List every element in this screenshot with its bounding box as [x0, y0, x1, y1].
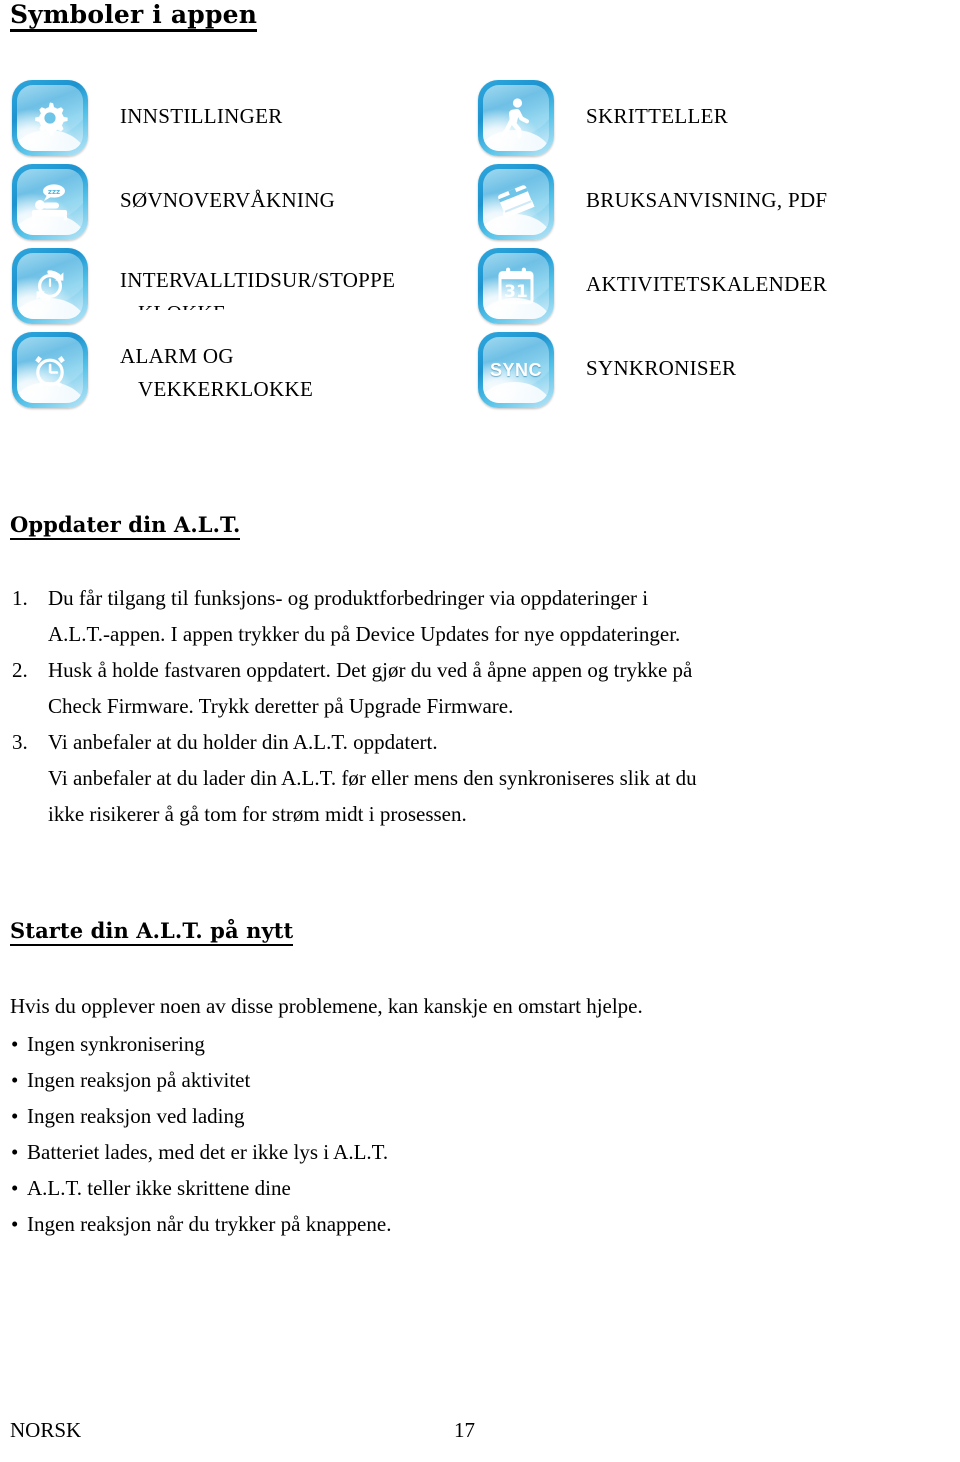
update-step-1: 1. Du får tilgang til funksjons- og prod…	[10, 580, 948, 652]
update-step-3: 3. Vi anbefaler at du holder din A.L.T. …	[10, 724, 948, 832]
update-step-1-line1: Du får tilgang til funksjons- og produkt…	[48, 586, 649, 610]
update-step-2-line2: Check Firmware. Trykk deretter på Upgrad…	[48, 694, 514, 718]
symbol-row-sleep: zzz SØVNOVERVÅKNING	[12, 162, 462, 246]
symbol-row-sync: SYNC SYNKRONISER	[478, 330, 948, 414]
bullet-marker-icon: •	[11, 1140, 19, 1164]
symbol-column-right: SKRITTELLER BRUKSANVISNING, PDF 31 AKTIV…	[478, 78, 948, 414]
list-item-label: Batteriet lades, med det er ikke lys i A…	[27, 1140, 389, 1164]
calendar-day-number: 31	[504, 282, 528, 302]
symbol-label-interval-timer: INTERVALLTIDSUR/STOPPE KLOKKE	[120, 264, 460, 310]
list-item: • Ingen reaksjon ved lading	[10, 1098, 710, 1134]
symbol-label-interval-timer-line2: KLOKKE	[138, 297, 460, 310]
section-heading-restart: Starte din A.L.T. på nytt	[10, 918, 294, 946]
update-steps-list: 1. Du får tilgang til funksjons- og prod…	[10, 580, 948, 832]
symbol-label-alarm: ALARM OG VEKKERKLOKKE	[120, 340, 460, 406]
update-step-3-line1: Vi anbefaler at du holder din A.L.T. opp…	[48, 730, 438, 754]
list-item: • Ingen synkronisering	[10, 1026, 710, 1062]
symbol-row-pedometer: SKRITTELLER	[478, 78, 948, 162]
symbol-label-settings: INNSTILLINGER	[120, 104, 283, 128]
symbol-legend-grid: INNSTILLINGER zzz SØVNOVERVÅKNING INTERV…	[0, 78, 960, 423]
update-step-2-line1: Husk å holde fastvaren oppdatert. Det gj…	[48, 658, 693, 682]
manual-book-icon	[478, 164, 554, 240]
svg-text:zzz: zzz	[48, 188, 60, 196]
sleep-monitoring-icon: zzz	[12, 164, 88, 240]
symbol-label-alarm-line2: VEKKERKLOKKE	[138, 377, 314, 401]
symbol-row-alarm: ALARM OG VEKKERKLOKKE	[12, 330, 462, 414]
symbol-row-settings: INNSTILLINGER	[12, 78, 462, 162]
sync-icon: SYNC	[478, 332, 554, 408]
list-item-label: Ingen synkronisering	[27, 1032, 205, 1056]
settings-gear-icon	[12, 80, 88, 156]
footer-language: NORSK	[10, 1418, 82, 1442]
symbol-row-calendar: 31 AKTIVITETSKALENDER	[478, 246, 948, 330]
list-item-label: Ingen reaksjon når du trykker på knappen…	[27, 1212, 392, 1236]
update-step-3-number: 3.	[12, 730, 28, 754]
pedometer-walking-icon	[478, 80, 554, 156]
bullet-marker-icon: •	[11, 1032, 19, 1056]
list-item-label: A.L.T. teller ikke skrittene dine	[27, 1176, 291, 1200]
update-step-2-number: 2.	[12, 658, 28, 682]
sync-icon-text: SYNC	[489, 359, 542, 380]
list-item: • Ingen reaksjon på aktivitet	[10, 1062, 710, 1098]
update-step-3-line3: ikke risikerer å gå tom for strøm midt i…	[48, 802, 467, 826]
symbol-label-manual: BRUKSANVISNING, PDF	[586, 188, 828, 212]
list-item-label: Ingen reaksjon ved lading	[27, 1104, 245, 1128]
symbol-label-interval-timer-line1: INTERVALLTIDSUR/STOPPE	[120, 268, 396, 292]
activity-calendar-icon: 31	[478, 248, 554, 324]
bullet-marker-icon: •	[11, 1176, 19, 1200]
symbol-row-manual: BRUKSANVISNING, PDF	[478, 162, 948, 246]
restart-problem-list: • Ingen synkronisering • Ingen reaksjon …	[10, 1026, 710, 1242]
list-item-label: Ingen reaksjon på aktivitet	[27, 1068, 251, 1092]
symbol-label-sleep: SØVNOVERVÅKNING	[120, 188, 336, 212]
page-title: Symboler i appen	[10, 1, 258, 33]
symbol-label-sync: SYNKRONISER	[586, 356, 737, 380]
symbol-label-calendar: AKTIVITETSKALENDER	[586, 272, 828, 296]
update-step-3-line2: Vi anbefaler at du lader din A.L.T. før …	[48, 766, 697, 790]
symbol-row-interval-timer: INTERVALLTIDSUR/STOPPE KLOKKE	[12, 246, 462, 330]
list-item: • Ingen reaksjon når du trykker på knapp…	[10, 1206, 710, 1242]
update-step-1-line2: A.L.T.-appen. I appen trykker du på Devi…	[48, 622, 681, 646]
bullet-marker-icon: •	[11, 1068, 19, 1092]
update-step-2: 2. Husk å holde fastvaren oppdatert. Det…	[10, 652, 948, 724]
interval-timer-stopwatch-icon	[12, 248, 88, 324]
symbol-label-pedometer: SKRITTELLER	[586, 104, 729, 128]
alarm-clock-icon	[12, 332, 88, 408]
symbol-column-left: INNSTILLINGER zzz SØVNOVERVÅKNING INTERV…	[12, 78, 462, 414]
bullet-marker-icon: •	[11, 1104, 19, 1128]
update-step-1-number: 1.	[12, 586, 28, 610]
footer-page-number: 17	[454, 1418, 475, 1442]
restart-intro-text: Hvis du opplever noen av disse problemen…	[10, 994, 643, 1018]
bullet-marker-icon: •	[11, 1212, 19, 1236]
section-heading-update: Oppdater din A.L.T.	[10, 512, 241, 540]
list-item: • A.L.T. teller ikke skrittene dine	[10, 1170, 710, 1206]
list-item: • Batteriet lades, med det er ikke lys i…	[10, 1134, 710, 1170]
symbol-label-alarm-line1: ALARM OG	[120, 344, 234, 368]
